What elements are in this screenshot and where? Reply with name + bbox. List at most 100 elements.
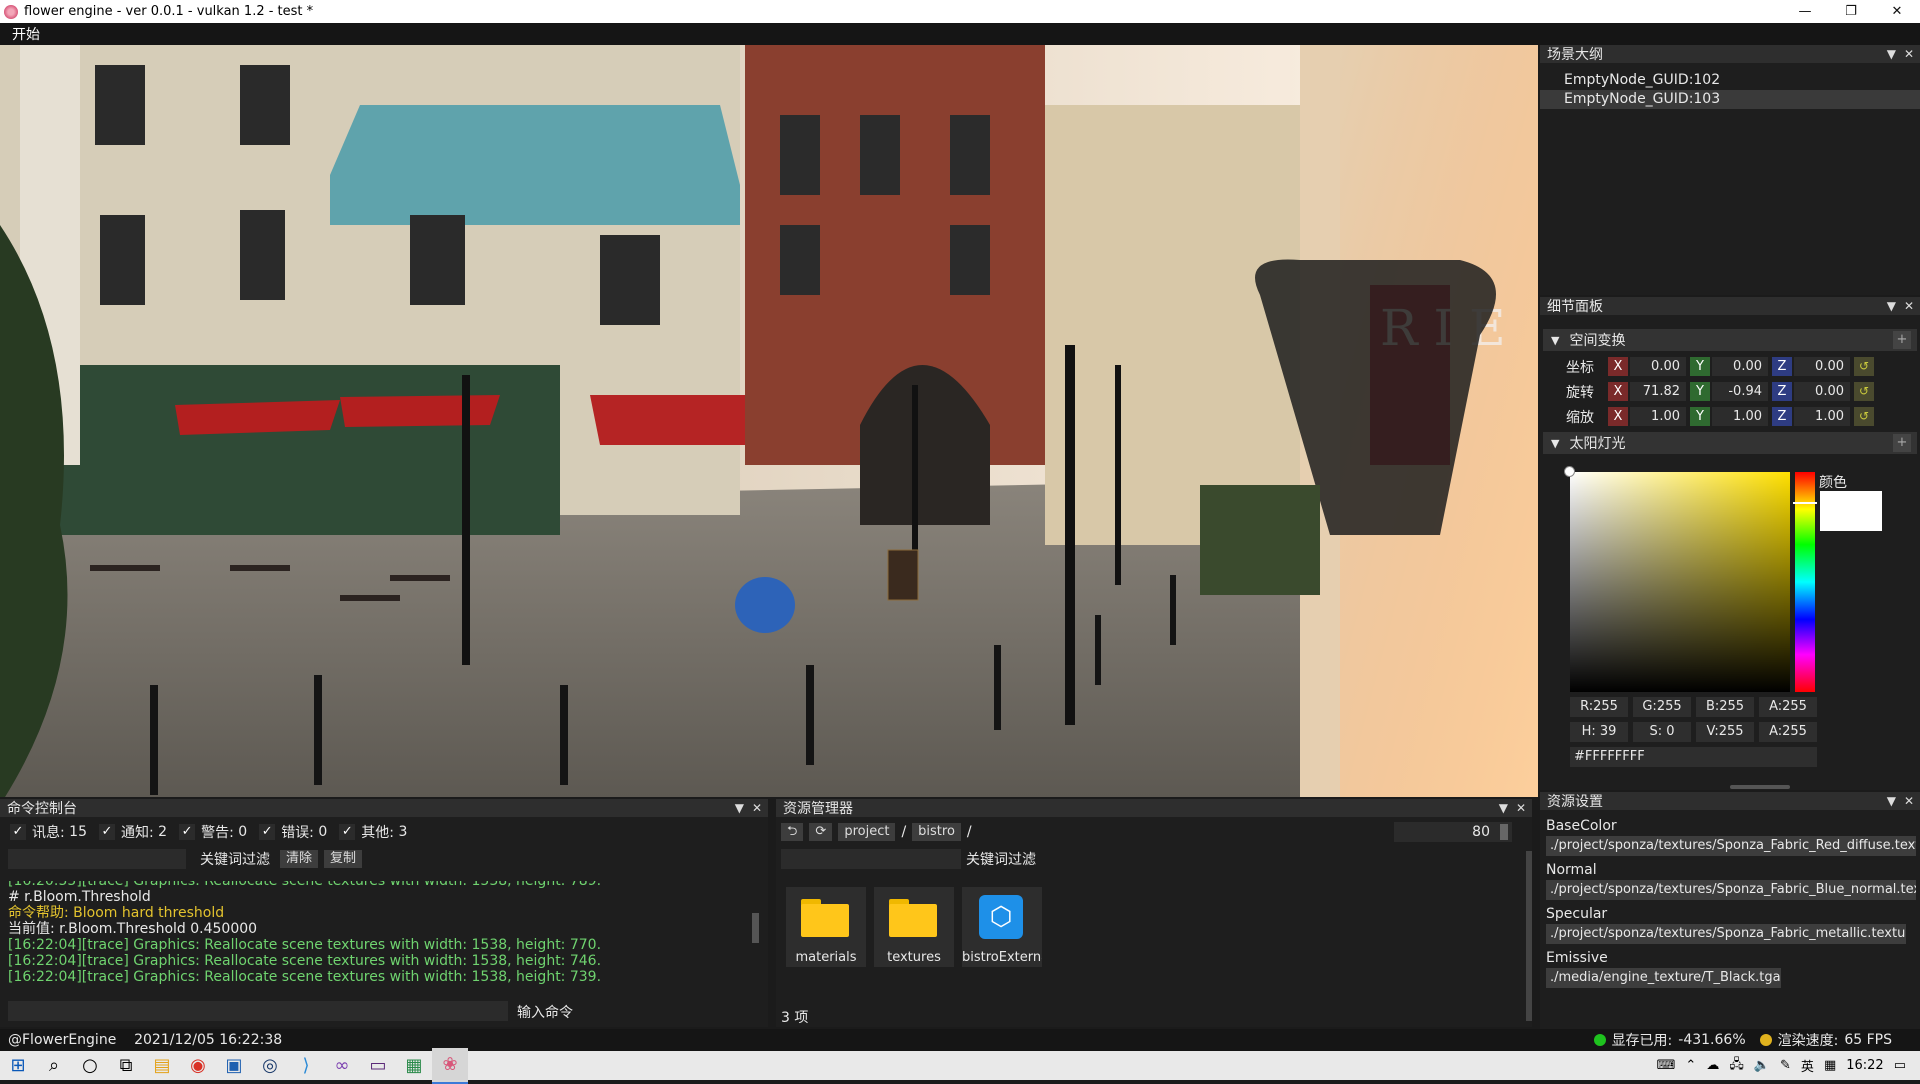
outline-item[interactable]: EmptyNode_GUID:102 <box>1540 71 1920 90</box>
notification-icon[interactable]: ▭ <box>1894 1058 1906 1073</box>
position-y-field[interactable]: 0.00 <box>1712 357 1768 376</box>
color-saturation-value-square[interactable] <box>1564 466 1790 692</box>
search-icon[interactable]: ⌕ <box>36 1048 72 1084</box>
volume-icon[interactable]: 🔈 <box>1754 1058 1770 1073</box>
dropdown-icon[interactable]: ▼ <box>1887 299 1896 313</box>
scale-z-field[interactable]: 1.00 <box>1794 407 1850 426</box>
checkbox-checked-icon[interactable]: ✓ <box>10 824 26 840</box>
b-field[interactable]: B:255 <box>1696 697 1754 717</box>
keyword-filter-input[interactable] <box>8 849 186 869</box>
copy-button[interactable]: 复制 <box>324 850 363 868</box>
app-green-icon[interactable]: ▦ <box>396 1048 432 1084</box>
emissive-path-field[interactable]: ./media/engine_texture/T_Black.tga <box>1546 968 1781 988</box>
scale-x-field[interactable]: 1.00 <box>1630 407 1686 426</box>
checkbox-checked-icon[interactable]: ✓ <box>179 824 196 840</box>
dropdown-icon[interactable]: ▼ <box>1887 47 1896 61</box>
tray-expand-icon[interactable]: ⌃ <box>1685 1058 1696 1073</box>
hue-marker[interactable] <box>1793 502 1817 504</box>
visual-studio-icon[interactable]: ∞ <box>324 1048 360 1084</box>
add-icon[interactable]: + <box>1893 434 1911 452</box>
r-field[interactable]: R:255 <box>1570 697 1628 717</box>
scene-viewport[interactable]: R I E <box>0 45 1538 797</box>
pen-icon[interactable]: ✎ <box>1780 1058 1791 1073</box>
basecolor-path-field[interactable]: ./project/sponza/textures/Sponza_Fabric_… <box>1546 836 1916 856</box>
g-field[interactable]: G:255 <box>1633 697 1691 717</box>
close-icon[interactable]: ✕ <box>1904 47 1914 61</box>
breadcrumb-project[interactable]: project <box>838 823 896 841</box>
scroll-grip[interactable] <box>1730 785 1790 789</box>
back-icon[interactable]: ⮌ <box>781 823 804 841</box>
refresh-icon[interactable]: ⟳ <box>809 823 833 841</box>
asset-item-materials[interactable]: materials <box>786 887 866 967</box>
windows-start-icon[interactable]: ⊞ <box>0 1048 36 1084</box>
flower-engine-taskbar-icon[interactable]: ❀ <box>432 1047 468 1084</box>
ime-indicator[interactable]: 英 <box>1801 1056 1814 1075</box>
checkbox-checked-icon[interactable]: ✓ <box>339 824 356 840</box>
vscode-icon[interactable]: ⟩ <box>288 1048 324 1084</box>
renderdoc-icon[interactable]: ▭ <box>360 1048 396 1084</box>
asset-item-textures[interactable]: textures <box>874 887 954 967</box>
close-button[interactable]: ✕ <box>1874 0 1920 23</box>
console-filter-input-row: 关键词过滤 清除 复制 <box>0 847 768 871</box>
reset-icon[interactable]: ↺ <box>1854 382 1874 401</box>
cortana-icon[interactable]: ○ <box>72 1048 108 1084</box>
a-field[interactable]: A:255 <box>1759 697 1817 717</box>
specular-path-field[interactable]: ./project/sponza/textures/Sponza_Fabric_… <box>1546 924 1906 944</box>
asset-item-bistro-exterior[interactable]: ⬡ bistroExterna <box>962 887 1042 967</box>
reset-icon[interactable]: ↺ <box>1854 407 1874 426</box>
minimize-button[interactable]: — <box>1782 0 1828 23</box>
rotation-z-field[interactable]: 0.00 <box>1794 382 1850 401</box>
menu-start[interactable]: 开始 <box>0 24 52 44</box>
asset-keyword-filter-input[interactable] <box>781 849 961 869</box>
add-icon[interactable]: + <box>1893 331 1911 349</box>
asset-scrollbar[interactable] <box>1526 851 1532 1021</box>
app-icon[interactable]: ▣ <box>216 1048 252 1084</box>
hex-color-field[interactable]: #FFFFFFFF <box>1570 747 1817 767</box>
keyword-filter-label: 关键词过滤 <box>200 852 270 868</box>
ime-grid-icon[interactable]: ▦ <box>1824 1058 1836 1073</box>
checkbox-checked-icon[interactable]: ✓ <box>259 824 276 840</box>
scale-y-field[interactable]: 1.00 <box>1712 407 1768 426</box>
v-field[interactable]: V:255 <box>1696 722 1754 742</box>
outline-item-selected[interactable]: EmptyNode_GUID:103 <box>1540 90 1920 109</box>
sun-light-section-header[interactable]: ▼ 太阳灯光 + <box>1543 432 1917 454</box>
position-z-field[interactable]: 0.00 <box>1794 357 1850 376</box>
keyboard-icon[interactable]: ⌨ <box>1657 1058 1676 1073</box>
dropdown-icon[interactable]: ▼ <box>1887 794 1896 808</box>
task-view-icon[interactable]: ⧉ <box>108 1048 144 1084</box>
steam-icon[interactable]: ◎ <box>252 1048 288 1084</box>
clock[interactable]: 16:22 <box>1846 1058 1883 1073</box>
color-cursor[interactable] <box>1564 466 1575 477</box>
dropdown-icon[interactable]: ▼ <box>1499 801 1508 815</box>
dropdown-icon[interactable]: ▼ <box>735 801 744 815</box>
close-icon[interactable]: ✕ <box>1516 801 1526 815</box>
close-icon[interactable]: ✕ <box>752 801 762 815</box>
file-explorer-icon[interactable]: ▤ <box>144 1048 180 1084</box>
command-input[interactable] <box>8 1001 508 1021</box>
chrome-icon[interactable]: ◉ <box>180 1048 216 1084</box>
maximize-button[interactable]: ❐ <box>1828 0 1874 23</box>
close-icon[interactable]: ✕ <box>1904 794 1914 808</box>
cloud-icon[interactable]: ☁ <box>1706 1058 1719 1073</box>
checkbox-checked-icon[interactable]: ✓ <box>99 824 115 840</box>
h-field[interactable]: H: 39 <box>1570 722 1628 742</box>
s-field[interactable]: S: 0 <box>1633 722 1691 742</box>
position-x-field[interactable]: 0.00 <box>1630 357 1686 376</box>
normal-path-field[interactable]: ./project/sponza/textures/Sponza_Fabric_… <box>1546 880 1916 900</box>
transform-section-header[interactable]: ▼ 空间变换 + <box>1543 329 1917 351</box>
alpha-field[interactable]: A:255 <box>1759 722 1817 742</box>
rotation-x-field[interactable]: 71.82 <box>1630 382 1686 401</box>
hue-slider[interactable] <box>1793 472 1817 692</box>
clear-button[interactable]: 清除 <box>280 850 319 868</box>
zoom-slider-grab[interactable] <box>1500 824 1508 840</box>
reset-icon[interactable]: ↺ <box>1854 357 1874 376</box>
rotation-y-field[interactable]: -0.94 <box>1712 382 1768 401</box>
folder-icon <box>801 899 849 937</box>
console-scrollbar[interactable] <box>752 913 759 943</box>
zoom-slider[interactable]: 80 <box>1394 822 1512 842</box>
breadcrumb-bistro[interactable]: bistro <box>912 823 961 841</box>
filter-label: 通知: <box>121 825 154 841</box>
color-preview-swatch[interactable] <box>1820 491 1882 531</box>
network-icon[interactable]: 🖧 <box>1729 1055 1744 1077</box>
close-icon[interactable]: ✕ <box>1904 299 1914 313</box>
